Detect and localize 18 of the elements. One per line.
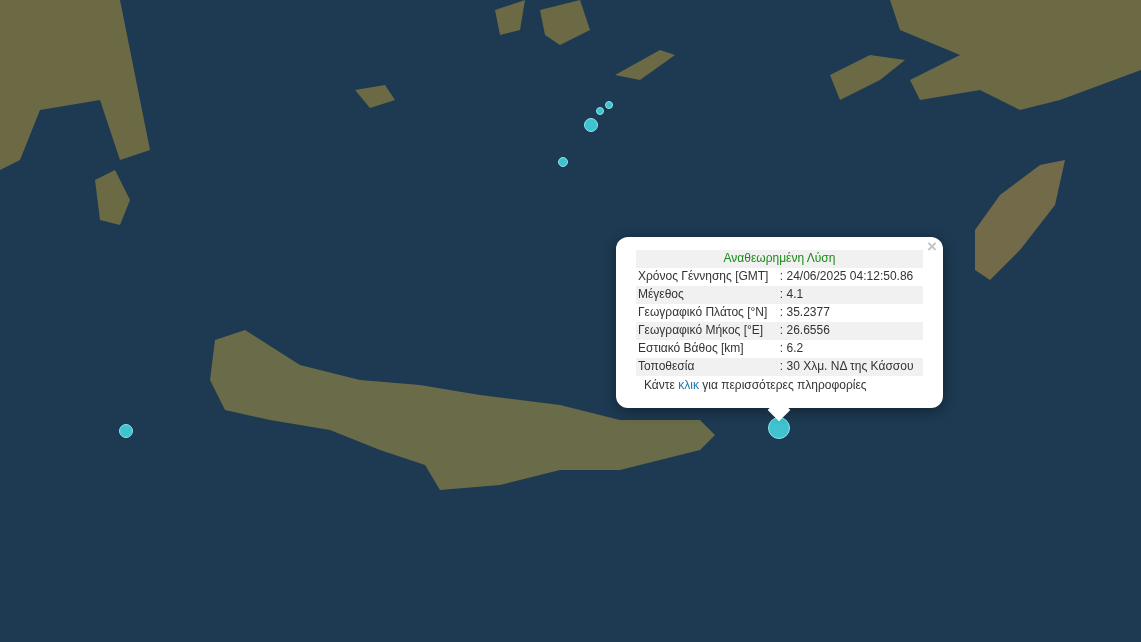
- field-value: : 6.2: [777, 340, 923, 358]
- field-label: Γεωγραφικό Μήκος [°E]: [636, 322, 778, 340]
- field-value: : 35.2377: [777, 304, 923, 322]
- field-label: Μέγεθος: [636, 286, 778, 304]
- earthquake-marker[interactable]: [605, 101, 613, 109]
- field-value: : 4.1: [777, 286, 923, 304]
- field-value: : 30 Χλμ. ΝΔ της Κάσσου: [777, 358, 923, 376]
- field-label: Γεωγραφικό Πλάτος [°N]: [636, 304, 778, 322]
- earthquake-marker[interactable]: [596, 107, 604, 115]
- more-info-text: Κάντε κλικ για περισσότερες πληροφορίες: [643, 377, 868, 394]
- popup-title: Αναθεωρημένη Λύση: [636, 250, 923, 268]
- click-link[interactable]: κλικ: [678, 378, 699, 392]
- field-label: Εστιακό Βάθος [km]: [636, 340, 778, 358]
- field-value: : 26.6556: [777, 322, 923, 340]
- field-value: : 24/06/2025 04:12:50.86: [777, 268, 923, 286]
- field-label: Χρόνος Γέννησης [GMT]: [636, 268, 778, 286]
- earthquake-marker[interactable]: [558, 157, 568, 167]
- field-label: Τοποθεσία: [636, 358, 778, 376]
